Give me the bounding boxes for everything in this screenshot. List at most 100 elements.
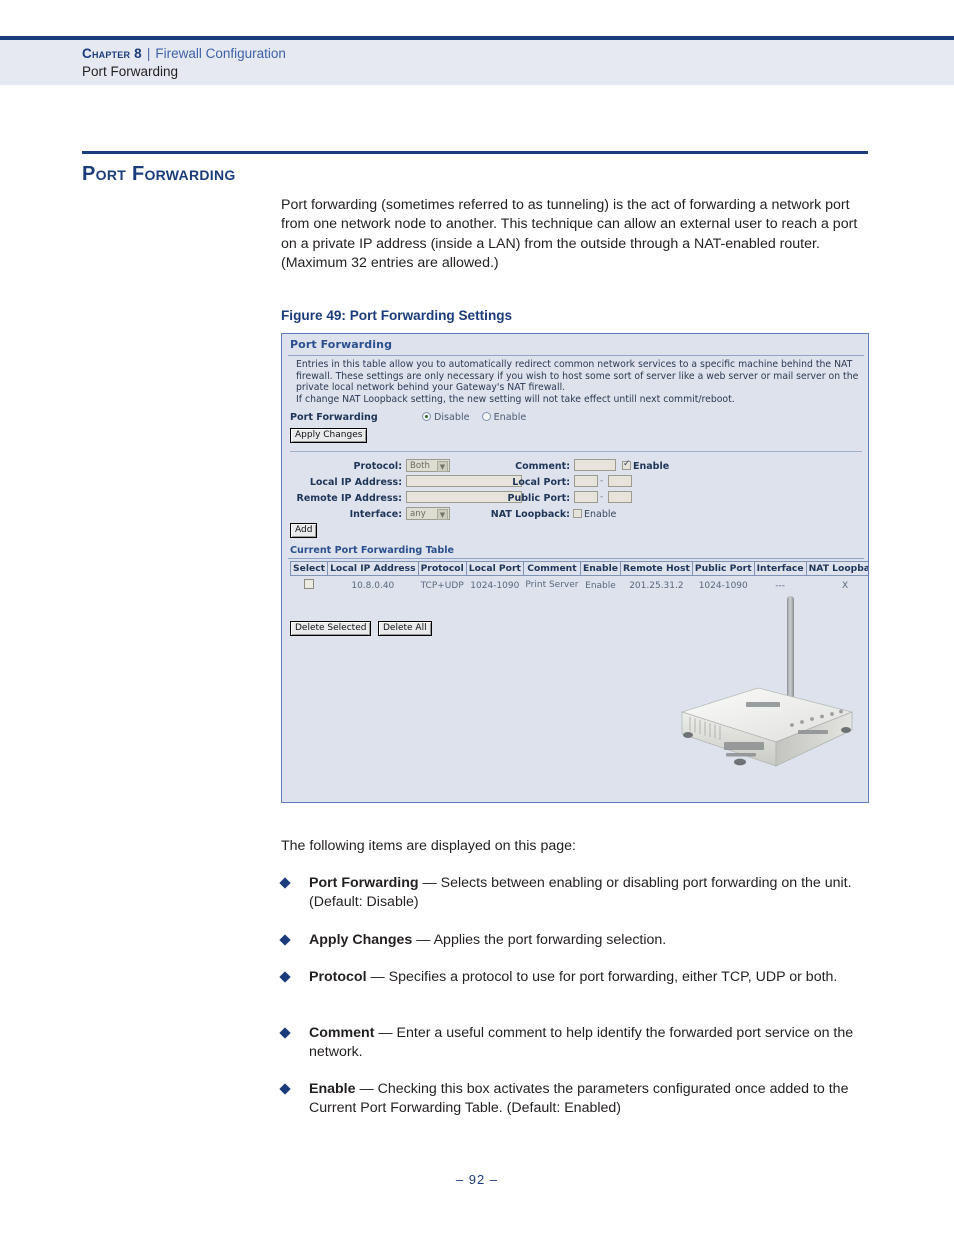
comment-enable-label: Enable — [633, 461, 670, 472]
diamond-bullet-icon — [279, 1027, 291, 1039]
list-item-term: Port Forwarding — [309, 875, 419, 891]
cell-enable: Enable — [585, 580, 616, 591]
interface-select[interactable]: any ▼ — [406, 507, 450, 520]
checkbox-unchecked-icon — [573, 509, 582, 518]
col-select: Select — [289, 561, 329, 576]
nat-loopback-enable-label: Enable — [584, 509, 617, 520]
list-item-description: Applies the port forwarding selection. — [433, 932, 667, 948]
following-items-intro: The following items are displayed on thi… — [281, 838, 576, 854]
list-item-description: Checking this box activates the paramete… — [309, 1081, 849, 1117]
list-item-term: Enable — [309, 1081, 356, 1097]
port-forwarding-radio-group[interactable]: Disable Enable — [422, 412, 526, 423]
local-port-from-input[interactable] — [574, 475, 598, 487]
list-item: Comment — Enter a useful comment to help… — [279, 1024, 881, 1063]
list-item-description: Specifies a protocol to use for port for… — [388, 969, 838, 985]
current-table-title-rule — [288, 558, 864, 559]
page-number: – 92 – — [455, 1172, 499, 1187]
local-ip-address-label: Local IP Address: — [309, 477, 402, 488]
col-nat-loopback: NAT Loopback — [805, 561, 868, 576]
protocol-label: Protocol: — [353, 461, 402, 472]
interface-label: Interface: — [349, 509, 402, 520]
comment-label: Comment: — [515, 461, 570, 472]
intro-paragraph: Port forwarding (sometimes referred to a… — [281, 197, 858, 271]
public-port-from-input[interactable] — [574, 491, 598, 503]
local-port-range-separator: - — [600, 476, 604, 486]
figure-port-forwarding-settings: Port Forwarding Entries in this table al… — [281, 333, 869, 803]
radio-enable[interactable]: Enable — [481, 412, 527, 423]
router-product-photo — [680, 596, 854, 767]
breadcrumb-chapter: Chapter 8 — [82, 46, 142, 61]
list-item-dash: — — [370, 969, 385, 985]
current-table-title: Current Port Forwarding Table — [290, 545, 455, 556]
col-local-ip-address: Local IP Address — [327, 561, 419, 576]
list-item-dash: — — [378, 1025, 393, 1041]
cell-comment: Print Server — [525, 580, 579, 590]
add-button[interactable]: Add — [290, 523, 318, 538]
breadcrumb-separator: | — [146, 46, 151, 61]
comment-enable-checkbox[interactable]: Enable — [622, 459, 670, 472]
col-remote-host: Remote Host — [619, 561, 693, 576]
local-port-label: Local Port: — [512, 477, 570, 488]
page-title: Port Forwarding — [82, 163, 236, 185]
cell-local-port: 1024-1090 — [470, 580, 520, 591]
list-item-term: Comment — [309, 1025, 375, 1041]
radio-enable-label: Enable — [493, 412, 527, 423]
radio-disable[interactable]: Disable — [422, 412, 470, 423]
col-enable: Enable — [579, 561, 621, 576]
apply-changes-button[interactable]: Apply Changes — [290, 428, 368, 443]
list-item: Enable — Checking this box activates the… — [279, 1080, 881, 1119]
divider-form-top — [290, 451, 862, 452]
local-port-to-input[interactable] — [608, 475, 632, 487]
checkbox-checked-icon — [622, 459, 631, 470]
nat-loopback-enable-checkbox[interactable]: Enable — [573, 509, 616, 520]
protocol-select-value: Both — [410, 461, 430, 471]
breadcrumb: Chapter 8 | Firewall Configuration — [82, 46, 286, 61]
radio-disable-icon — [422, 412, 431, 421]
col-interface: Interface — [753, 561, 807, 576]
col-local-port: Local Port — [465, 561, 524, 576]
delete-selected-button[interactable]: Delete Selected — [290, 621, 372, 636]
diamond-bullet-icon — [279, 877, 291, 889]
col-public-port: Public Port — [691, 561, 755, 576]
port-forwarding-label: Port Forwarding — [290, 412, 378, 423]
diamond-bullet-icon — [279, 1083, 291, 1095]
chevron-down-icon: ▼ — [437, 509, 448, 520]
section-rule — [82, 151, 868, 154]
public-port-range-separator: - — [600, 492, 604, 502]
interface-select-value: any — [410, 509, 426, 519]
panel-title-rule — [288, 355, 864, 356]
list-item-dash: — — [422, 875, 437, 891]
diamond-bullet-icon — [279, 971, 291, 983]
cell-local-ip-address: 10.8.0.40 — [351, 580, 395, 591]
chevron-down-icon: ▼ — [437, 461, 448, 472]
diamond-bullet-icon — [279, 934, 291, 946]
list-item: Port Forwarding — Selects between enabli… — [279, 874, 881, 913]
figure-caption: Figure 49: Port Forwarding Settings — [281, 308, 513, 323]
breadcrumb-section: Firewall Configuration — [155, 46, 286, 61]
list-item-dash: — — [359, 1081, 374, 1097]
public-port-label: Public Port: — [507, 493, 571, 504]
breadcrumb-subsection: Port Forwarding — [82, 64, 179, 79]
radio-disable-label: Disable — [434, 412, 470, 423]
running-header: Chapter 8 | Firewall Configuration Port Fo… — [0, 40, 954, 85]
cell-protocol: TCP+UDP — [420, 580, 464, 591]
delete-all-button[interactable]: Delete All — [378, 621, 432, 636]
col-protocol: Protocol — [417, 561, 467, 576]
list-item: Protocol — Specifies a protocol to use f… — [279, 968, 881, 987]
panel-description: Entries in this table allow you to autom… — [296, 359, 859, 405]
col-comment: Comment — [522, 561, 581, 576]
nat-loopback-label: NAT Loopback: — [490, 509, 570, 520]
protocol-select[interactable]: Both ▼ — [406, 459, 450, 472]
table-header-row: Select Local IP Address Protocol Local P… — [289, 561, 868, 576]
panel-title: Port Forwarding — [290, 338, 393, 351]
comment-input[interactable] — [574, 459, 616, 471]
cell-select[interactable] — [291, 576, 328, 596]
row-select-checkbox[interactable] — [304, 579, 315, 589]
list-item-term: Apply Changes — [309, 932, 413, 948]
public-port-to-input[interactable] — [608, 491, 632, 503]
list-item-dash: — — [416, 932, 431, 948]
list-item: Apply Changes — Applies the port forward… — [279, 931, 881, 950]
radio-enable-icon — [481, 412, 491, 421]
remote-ip-address-label: Remote IP Address: — [296, 493, 402, 504]
list-item-term: Protocol — [309, 969, 367, 985]
